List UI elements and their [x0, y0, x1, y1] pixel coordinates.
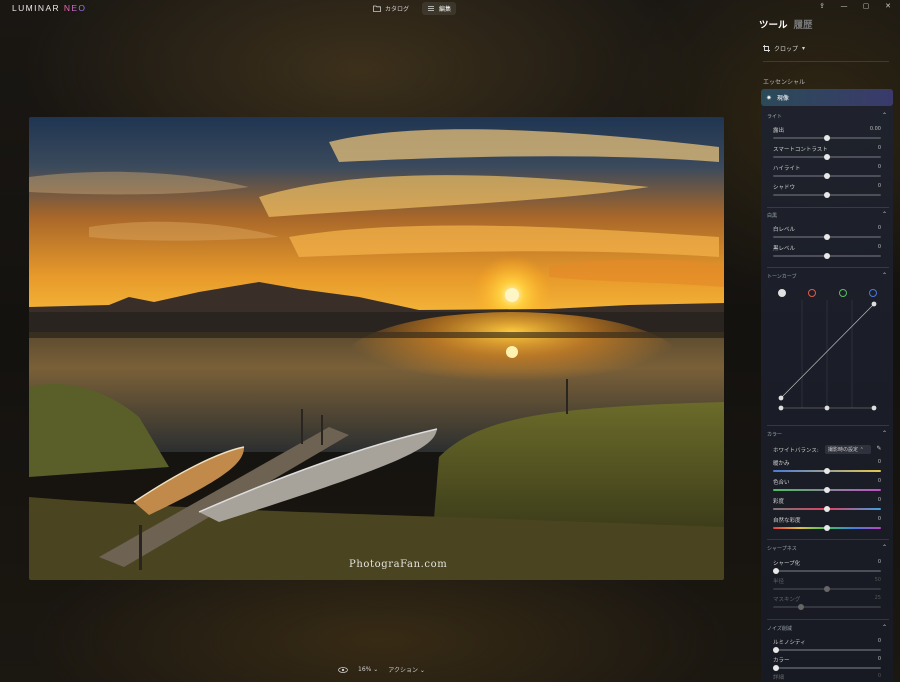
slider-knob[interactable] — [824, 154, 830, 160]
chevron-down-icon: ▾ — [802, 45, 806, 52]
folder-icon — [373, 5, 381, 12]
highlights-slider[interactable]: ハイライト 0 — [773, 164, 881, 182]
app-logo: LUMINAR NEO — [12, 3, 87, 13]
tab-edit[interactable]: 編集 — [422, 2, 457, 15]
curve-channel-green[interactable] — [839, 289, 847, 297]
whites-slider[interactable]: 白レベル 0 — [773, 225, 881, 243]
slider-knob[interactable] — [824, 192, 830, 198]
chevron-up-icon[interactable]: ⌃ — [882, 544, 887, 551]
divider — [767, 267, 889, 268]
tone-curve-group-title: トーンカーブ — [767, 274, 797, 280]
color-group-title: カラー — [767, 432, 783, 438]
watermark-text: PhotograFan.com — [349, 559, 448, 570]
noise-group-title: ノイズ削減 — [767, 626, 792, 632]
tab-tools[interactable]: ツール — [759, 17, 788, 31]
sharpness-group-title: シャープネス — [767, 546, 797, 552]
divider — [767, 425, 889, 426]
crop-icon — [763, 45, 770, 52]
slider-knob[interactable] — [798, 604, 804, 610]
panel-tabs: ツール 履歴 — [759, 17, 813, 31]
crop-button[interactable]: クロップ ▾ — [763, 44, 805, 53]
photo-canvas[interactable]: PhotograFan.com — [29, 117, 724, 580]
slider-knob[interactable] — [824, 506, 830, 512]
slider-knob[interactable] — [824, 173, 830, 179]
divider — [767, 539, 889, 540]
divider — [763, 61, 889, 62]
slider-knob[interactable] — [824, 468, 830, 474]
tone-curve-graph[interactable] — [777, 300, 877, 412]
curve-channel-red[interactable] — [808, 289, 816, 297]
sunset-lake-photo — [29, 117, 724, 580]
shadows-slider[interactable]: シャドウ 0 — [773, 183, 881, 201]
masking-slider[interactable]: マスキング 25 — [773, 595, 881, 613]
mode-tabs: カタログ 編集 — [368, 2, 457, 15]
slider-knob[interactable] — [773, 665, 779, 671]
whites-group-title: 白黒 — [767, 213, 778, 219]
exposure-slider[interactable]: 露出 0.00 — [773, 126, 881, 144]
essentials-label: エッセンシャル — [763, 79, 806, 86]
curve-channel-blue[interactable] — [869, 289, 877, 297]
luminosity-noise-slider[interactable]: ルミノシティ 0 — [773, 638, 881, 656]
chevron-up-icon[interactable]: ⌃ — [882, 430, 887, 437]
develop-tool-header[interactable]: ✷ 現像 — [761, 89, 893, 106]
blacks-slider[interactable]: 黒レベル 0 — [773, 244, 881, 262]
zoom-dropdown[interactable]: 16% ⌄ — [358, 666, 378, 673]
chevron-down-icon: ⌄ — [373, 666, 379, 673]
vibrance-slider[interactable]: 自然な彩度 0 — [773, 516, 881, 534]
slider-knob[interactable] — [773, 647, 779, 653]
eye-icon[interactable] — [338, 666, 348, 673]
chevron-up-icon[interactable]: ⌃ — [882, 624, 887, 631]
eyedropper-icon[interactable]: ✎ — [875, 445, 883, 454]
curve-channel-luminance[interactable] — [778, 289, 786, 297]
detail-noise-slider[interactable]: 詳細 0 — [773, 673, 881, 682]
tools-panel: ツール 履歴 クロップ ▾ エッセンシャル ✷ 現像 ライト ⌃ 露出 0.00… — [754, 0, 900, 682]
chevron-up-icon[interactable]: ⌃ — [882, 272, 887, 279]
divider — [767, 619, 889, 620]
white-balance-row: ホワイトバランス: 撮影時の設定 ⌃ ✎ — [773, 445, 883, 454]
smart-contrast-slider[interactable]: スマートコントラスト 0 — [773, 145, 881, 163]
slider-knob[interactable] — [824, 487, 830, 493]
light-group-title: ライト — [767, 114, 783, 120]
slider-knob[interactable] — [824, 135, 830, 141]
slider-knob[interactable] — [824, 234, 830, 240]
slider-knob[interactable] — [773, 568, 779, 574]
white-balance-select[interactable]: 撮影時の設定 ⌃ — [825, 445, 871, 454]
warmth-slider[interactable]: 暖かみ 0 — [773, 459, 881, 477]
slider-knob[interactable] — [824, 253, 830, 259]
sliders-icon — [428, 6, 435, 11]
tab-history[interactable]: 履歴 — [794, 17, 813, 31]
saturation-slider[interactable]: 彩度 0 — [773, 497, 881, 515]
chevron-up-icon[interactable]: ⌃ — [882, 112, 887, 119]
sun-icon: ✷ — [766, 93, 772, 102]
actions-dropdown[interactable]: アクション ⌄ — [388, 665, 425, 674]
tab-catalog[interactable]: カタログ — [368, 2, 414, 15]
radius-slider[interactable]: 半径 50 — [773, 577, 881, 595]
color-noise-slider[interactable]: カラー 0 — [773, 656, 881, 674]
slider-knob[interactable] — [824, 586, 830, 592]
tint-slider[interactable]: 色合い 0 — [773, 478, 881, 496]
bottom-toolbar: 16% ⌄ アクション ⌄ — [338, 665, 425, 674]
sharpen-slider[interactable]: シャープ化 0 — [773, 559, 881, 577]
divider — [767, 207, 889, 208]
chevron-up-icon[interactable]: ⌃ — [882, 211, 887, 218]
slider-knob[interactable] — [824, 525, 830, 531]
chevron-down-icon: ⌄ — [419, 667, 425, 674]
